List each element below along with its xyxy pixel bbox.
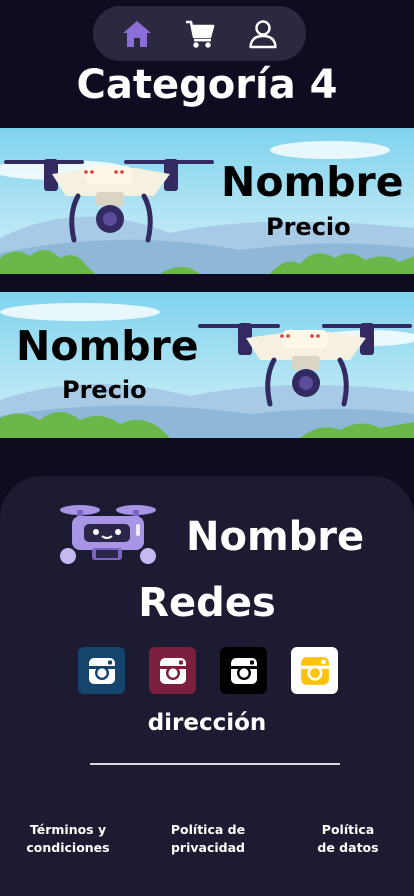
nav-home-button[interactable] — [117, 14, 157, 54]
page-title: Categoría 4 — [76, 62, 338, 108]
brand-name: Nombre — [186, 514, 365, 560]
product-card-1[interactable]: Nombre Precio — [0, 128, 414, 274]
top-nav — [93, 6, 306, 61]
drone-image — [198, 323, 412, 407]
drone-image — [4, 159, 214, 243]
instagram-button-3[interactable] — [220, 647, 267, 694]
terms-link[interactable]: Términos y condiciones — [22, 821, 114, 857]
instagram-icon — [230, 657, 257, 684]
instagram-button-2[interactable] — [149, 647, 196, 694]
privacy-policy-link[interactable]: Política de privacidad — [162, 821, 254, 857]
product-name: Nombre — [16, 322, 199, 370]
product-price: Precio — [266, 213, 351, 241]
robot-drone-logo — [60, 505, 156, 564]
nav-profile-button[interactable] — [243, 14, 283, 54]
instagram-button-4[interactable] — [291, 647, 338, 694]
nav-cart-button[interactable] — [180, 14, 220, 54]
terms-link-line-2: condiciones — [26, 840, 110, 855]
product-name: Nombre — [221, 158, 404, 206]
footer: Nombre Redes dirección Términos y condic… — [0, 476, 414, 896]
social-title: Redes — [138, 580, 276, 626]
instagram-button-1[interactable] — [78, 647, 125, 694]
product-price: Precio — [62, 376, 147, 404]
privacy-link-line-2: privacidad — [170, 840, 245, 855]
home-icon — [122, 20, 151, 47]
instagram-icon — [159, 657, 186, 684]
instagram-icon — [300, 656, 329, 685]
data-link-line-2: de datos — [317, 840, 379, 855]
product-card-2[interactable]: Nombre Precio — [0, 292, 414, 438]
privacy-link-line-1: Política de — [170, 822, 246, 837]
user-icon — [248, 19, 277, 48]
data-link-line-1: Política — [321, 822, 375, 837]
divider — [90, 763, 340, 765]
cart-icon — [185, 20, 214, 48]
instagram-icon — [88, 657, 115, 684]
terms-link-line-1: Términos y — [29, 822, 107, 837]
data-policy-link[interactable]: Política de datos — [313, 821, 383, 857]
footer-links: Términos y condiciones Política de priva… — [0, 821, 414, 861]
social-links — [78, 647, 338, 694]
address: dirección — [147, 710, 267, 736]
